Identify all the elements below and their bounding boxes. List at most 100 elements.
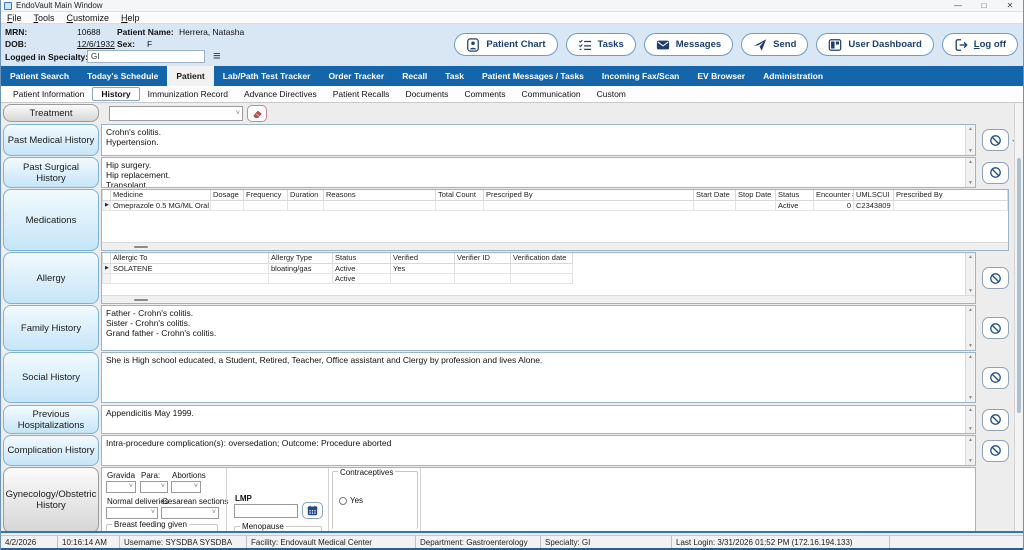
specialty-input[interactable] bbox=[87, 50, 205, 63]
menu-tools[interactable]: Tools bbox=[28, 13, 61, 23]
scroll-up-icon[interactable]: ▲ bbox=[966, 437, 975, 443]
medications-hscrollbar[interactable] bbox=[102, 242, 1008, 250]
complication-history-panel[interactable]: Intra-procedure complication(s): oversed… bbox=[101, 435, 976, 466]
family-history-section-button[interactable]: Family History bbox=[3, 305, 99, 351]
normal-deliveries-dropdown[interactable]: ˅ bbox=[106, 507, 158, 519]
hamburger-icon[interactable]: ≡ bbox=[213, 48, 221, 63]
scroll-down-icon[interactable]: ▼ bbox=[966, 148, 975, 154]
tasks-button[interactable]: Tasks bbox=[566, 33, 636, 56]
clear-treatment-button[interactable] bbox=[247, 105, 267, 122]
status-department: Department: Gastroenterology bbox=[416, 536, 541, 548]
past-surgical-section-button[interactable]: Past Surgical History bbox=[3, 157, 99, 188]
tab-immunization-record[interactable]: Immunization Record bbox=[140, 88, 236, 100]
scroll-up-icon[interactable]: ▲ bbox=[966, 126, 975, 132]
minimize-button[interactable]: — bbox=[945, 1, 971, 10]
vscroll-thumb[interactable] bbox=[1017, 158, 1021, 413]
maximize-button[interactable]: □ bbox=[971, 1, 997, 10]
tab-incoming-fax-scan[interactable]: Incoming Fax/Scan bbox=[593, 66, 688, 86]
para-dropdown[interactable]: ˅ bbox=[140, 481, 168, 493]
user-dashboard-button[interactable]: User Dashboard bbox=[816, 33, 933, 56]
no-known-hospitalizations-button[interactable] bbox=[982, 409, 1009, 431]
scroll-up-icon[interactable]: ▲ bbox=[966, 354, 975, 360]
allergy-hscrollbar[interactable] bbox=[102, 295, 975, 303]
close-button[interactable]: ✕ bbox=[997, 1, 1023, 10]
scroll-up-icon[interactable]: ▲ bbox=[966, 159, 975, 165]
patient-chart-button[interactable]: Patient Chart bbox=[454, 33, 557, 56]
scroll-down-icon[interactable]: ▼ bbox=[966, 288, 975, 294]
scroll-down-icon[interactable]: ▼ bbox=[966, 395, 975, 401]
family-history-panel[interactable]: Father - Crohn's colitis. Sister - Crohn… bbox=[101, 305, 976, 351]
complication-history-scrollbar[interactable]: ▲ ▼ bbox=[965, 436, 975, 465]
complication-history-section-button[interactable]: Complication History bbox=[3, 435, 99, 466]
tab-lab-path-test-tracker[interactable]: Lab/Path Test Tracker bbox=[214, 66, 320, 86]
allergy-scrollbar[interactable]: ▲ ▼ bbox=[965, 253, 975, 295]
scroll-down-icon[interactable]: ▼ bbox=[966, 343, 975, 349]
medications-section-button[interactable]: Medications bbox=[3, 189, 99, 251]
no-known-allergy-button[interactable] bbox=[982, 267, 1009, 289]
tab-documents[interactable]: Documents bbox=[397, 88, 456, 100]
tab-patient-messages-tasks[interactable]: Patient Messages / Tasks bbox=[473, 66, 593, 86]
hscroll-thumb[interactable] bbox=[134, 246, 148, 248]
tab-patient[interactable]: Patient bbox=[167, 66, 213, 86]
no-known-social-history-button[interactable] bbox=[982, 367, 1009, 389]
cesarean-sections-dropdown[interactable]: ˅ bbox=[161, 507, 219, 519]
past-surgical-scrollbar[interactable]: ▲ ▼ bbox=[965, 158, 975, 187]
no-known-complication-history-button[interactable] bbox=[982, 440, 1009, 462]
menu-file[interactable]: File bbox=[1, 13, 28, 23]
tab-order-tracker[interactable]: Order Tracker bbox=[319, 66, 393, 86]
contraceptives-yes-radio[interactable]: Yes bbox=[339, 496, 363, 505]
hospitalizations-panel[interactable]: Appendicitis May 1999. ▲ ▼ bbox=[101, 405, 976, 434]
social-history-scrollbar[interactable]: ▲ ▼ bbox=[965, 353, 975, 402]
no-known-medical-history-button[interactable] bbox=[982, 129, 1009, 151]
tab-custom[interactable]: Custom bbox=[589, 88, 634, 100]
tab-patient-recalls[interactable]: Patient Recalls bbox=[325, 88, 398, 100]
past-surgical-panel[interactable]: Hip surgery. Hip replacement. Transplant… bbox=[101, 157, 976, 188]
tab-communication[interactable]: Communication bbox=[514, 88, 589, 100]
past-medical-section-button[interactable]: Past Medical History bbox=[3, 124, 99, 156]
tab-comments[interactable]: Comments bbox=[456, 88, 513, 100]
tab-patient-information[interactable]: Patient Information bbox=[5, 88, 92, 100]
tab-todays-schedule[interactable]: Today's Schedule bbox=[78, 66, 167, 86]
gyn-history-section-button[interactable]: Gynecology/Obstetric History bbox=[3, 467, 99, 533]
abortions-dropdown[interactable]: ˅ bbox=[171, 481, 201, 493]
log-off-button[interactable]: Log off bbox=[942, 33, 1018, 56]
hospitalizations-section-button[interactable]: Previous Hospitalizations bbox=[3, 405, 99, 434]
lmp-calendar-button[interactable] bbox=[302, 502, 323, 519]
no-known-family-history-button[interactable] bbox=[982, 317, 1009, 339]
tab-advance-directives[interactable]: Advance Directives bbox=[236, 88, 325, 100]
medication-table-row[interactable]: ▶ Omeprazole 0.5 MG/ML Oral Suspensi Act… bbox=[103, 200, 1008, 210]
tab-task[interactable]: Task bbox=[436, 66, 473, 86]
scroll-up-icon[interactable]: ▲ bbox=[966, 307, 975, 313]
hospitalizations-scrollbar[interactable]: ▲ ▼ bbox=[965, 406, 975, 433]
scroll-up-icon[interactable]: ▲ bbox=[966, 407, 975, 413]
scroll-up-icon[interactable]: ▲ bbox=[966, 254, 975, 260]
scroll-down-icon[interactable]: ▼ bbox=[966, 458, 975, 464]
scroll-down-icon[interactable]: ▼ bbox=[966, 426, 975, 432]
social-history-panel[interactable]: She is High school educated, a Student, … bbox=[101, 352, 976, 403]
allergy-table-row[interactable]: ▶ SOLATENE bloating/gas Active Yes bbox=[103, 263, 573, 273]
menu-customize[interactable]: Customize bbox=[61, 13, 116, 23]
past-medical-scrollbar[interactable]: ▲ ▼ bbox=[965, 125, 975, 155]
gravida-dropdown[interactable]: ˅ bbox=[106, 481, 136, 493]
allergy-table-row[interactable]: Active bbox=[103, 273, 573, 283]
treatment-section-button[interactable]: Treatment bbox=[3, 104, 99, 122]
tab-recall[interactable]: Recall bbox=[393, 66, 436, 86]
allergy-section-button[interactable]: Allergy bbox=[3, 252, 99, 304]
family-history-scrollbar[interactable]: ▲ ▼ bbox=[965, 306, 975, 350]
tab-patient-search[interactable]: Patient Search bbox=[1, 66, 78, 86]
treatment-dropdown[interactable]: ˅ bbox=[109, 106, 243, 121]
tab-ev-browser[interactable]: EV Browser bbox=[688, 66, 754, 86]
lmp-input[interactable] bbox=[234, 504, 298, 518]
no-known-surgical-history-button[interactable] bbox=[982, 162, 1009, 184]
past-medical-panel[interactable]: Crohn's colitis. Hypertension. ▲ ▼ bbox=[101, 124, 976, 156]
tab-history[interactable]: History bbox=[92, 87, 139, 101]
content-vscrollbar[interactable] bbox=[1014, 103, 1023, 531]
scroll-down-icon[interactable]: ▼ bbox=[966, 180, 975, 186]
past-medical-text: Crohn's colitis. Hypertension. bbox=[102, 125, 975, 149]
send-button[interactable]: Send bbox=[741, 33, 808, 56]
menu-help[interactable]: Help bbox=[115, 13, 146, 23]
messages-button[interactable]: Messages bbox=[644, 33, 733, 56]
hscroll-thumb[interactable] bbox=[134, 299, 148, 301]
social-history-section-button[interactable]: Social History bbox=[3, 352, 99, 403]
tab-administration[interactable]: Administration bbox=[754, 66, 832, 86]
